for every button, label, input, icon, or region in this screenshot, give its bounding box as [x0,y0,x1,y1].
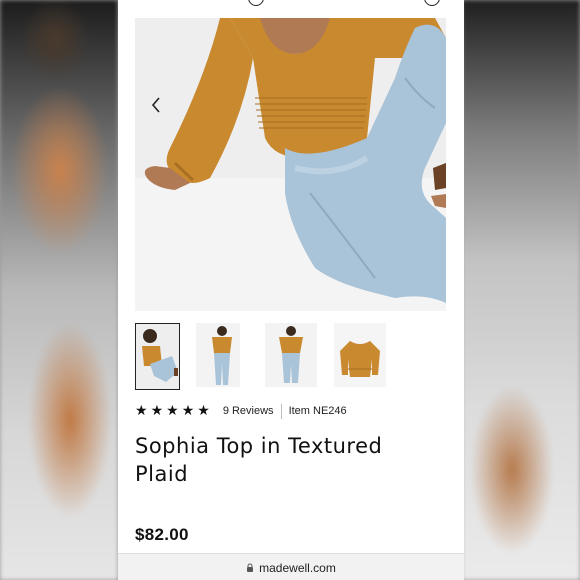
rating-row: ★ ★ ★ ★ ★ 9 Reviews Item NE246 [135,402,347,420]
star-rating[interactable]: ★ ★ ★ ★ ★ [135,404,210,418]
phone-screen: ★ ★ ★ ★ ★ 9 Reviews Item NE246 Sophia To… [118,0,464,580]
thumbnail-strip [135,323,446,390]
url-text: madewell.com [259,560,336,575]
backdrop-right [462,0,580,580]
reviews-link[interactable]: 9 Reviews [223,405,274,417]
thumbnail-seated-pose[interactable] [135,323,180,390]
item-number: Item NE246 [288,405,347,417]
lock-icon [247,563,254,572]
thumbnail-flat-image [334,323,386,387]
browser-url-bar[interactable]: madewell.com [118,553,464,580]
star-icon: ★ [166,403,179,419]
chevron-left-icon[interactable] [151,96,161,114]
thumbnail-standing-front[interactable] [196,323,240,387]
partial-icon-left [244,0,268,10]
top-bar [118,0,464,18]
product-price: $82.00 [135,525,189,544]
star-icon: ★ [181,403,195,419]
partial-icon-right [420,0,444,10]
thumbnail-back-image [265,323,317,387]
divider [280,403,282,419]
thumbnail-standing-back[interactable] [265,323,317,387]
star-icon: ★ [150,403,164,419]
star-icon: ★ [135,403,148,419]
thumbnail-top-flat[interactable] [334,323,386,387]
product-title: Sophia Top in Textured Plaid [135,434,383,486]
model-photo [135,18,446,311]
star-icon: ★ [197,403,210,419]
backdrop-left [0,0,118,580]
thumbnail-front-image [196,323,240,387]
thumbnail-seated-image [136,324,179,389]
product-main-image[interactable] [135,18,446,311]
